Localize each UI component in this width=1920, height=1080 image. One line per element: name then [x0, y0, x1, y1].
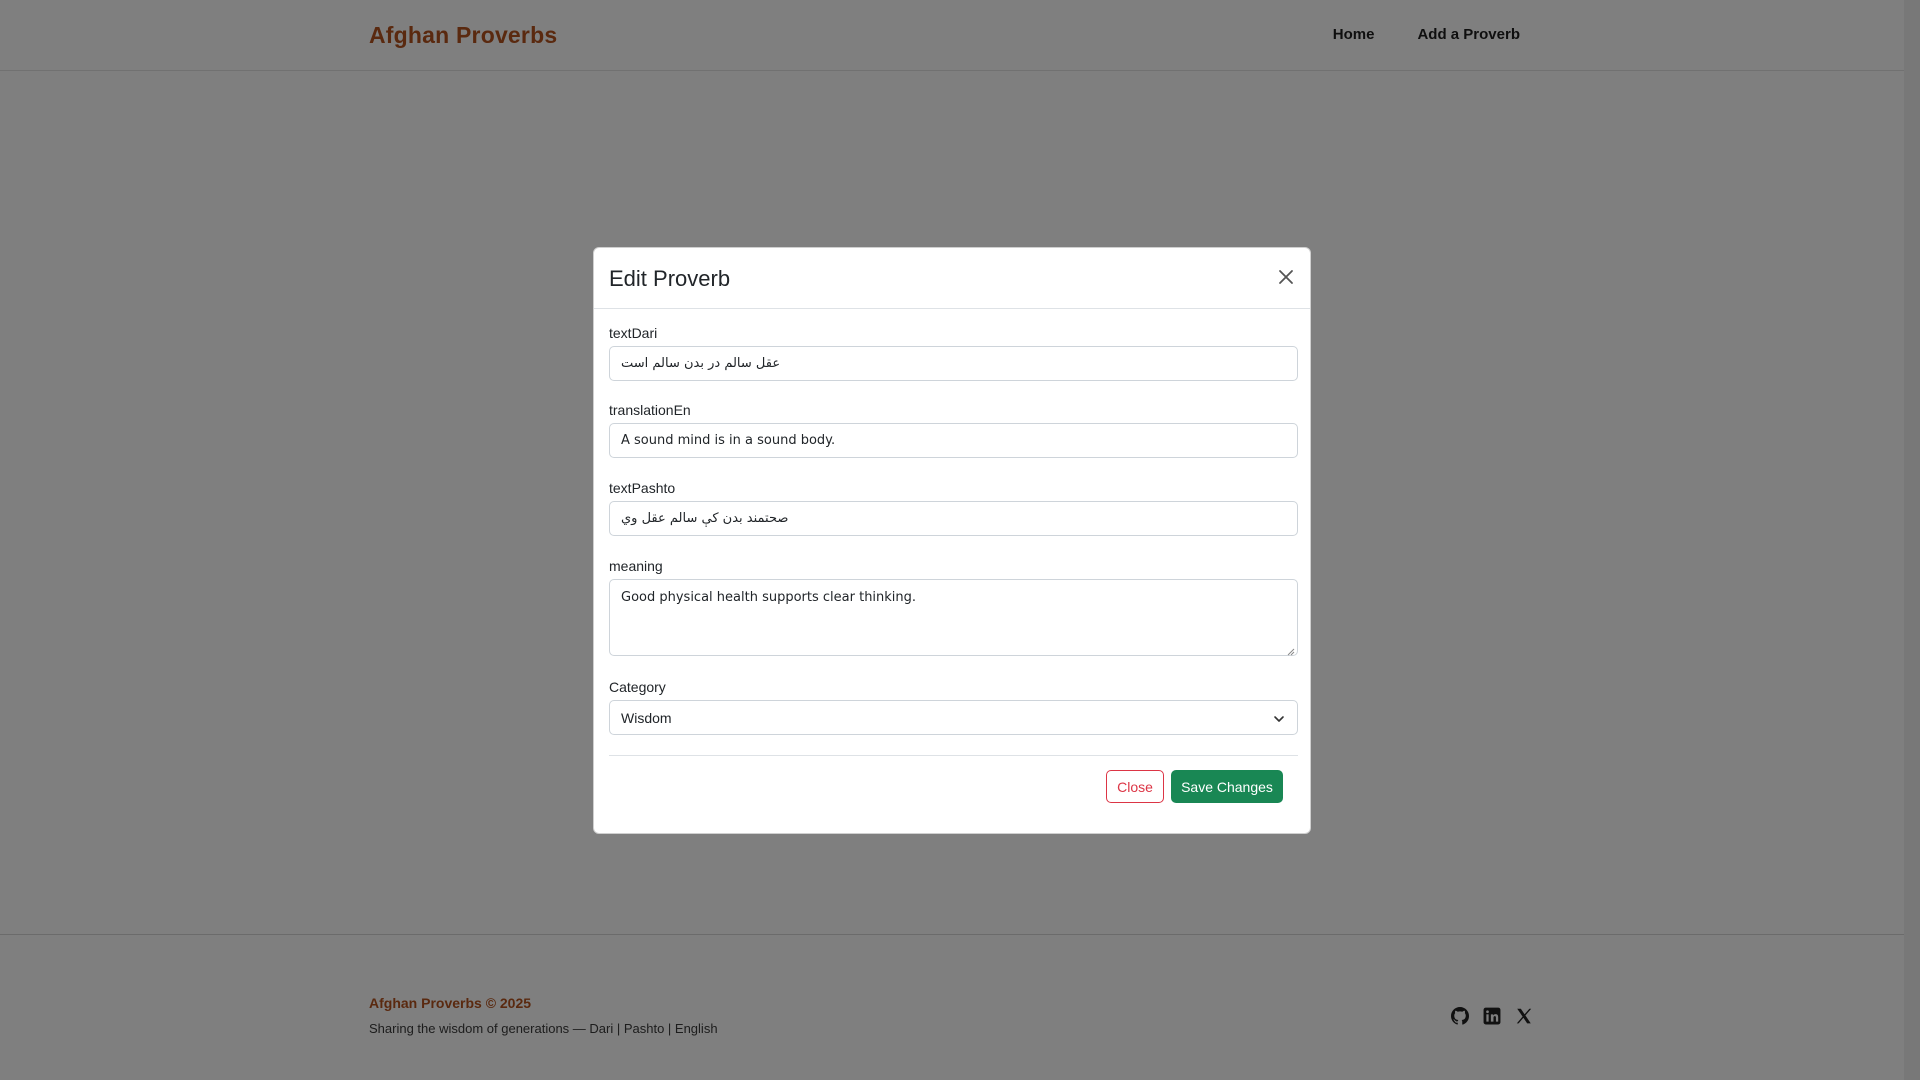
text-pashto-input[interactable]: صحتمند بدن کې سالم عقل وي — [609, 501, 1298, 536]
category-select[interactable]: Wisdom — [609, 700, 1298, 735]
text-dari-label: textDari — [609, 325, 658, 341]
modal-title: Edit Proverb — [609, 266, 731, 291]
modal-header: Edit Proverb — [594, 248, 1310, 309]
meaning-textarea[interactable]: Good physical health supports clear thin… — [609, 579, 1298, 656]
meaning-text: Good physical health supports clear thin… — [621, 590, 917, 605]
close-button[interactable]: Close — [1106, 770, 1164, 803]
chevron-down-icon — [1273, 712, 1285, 724]
save-changes-button[interactable]: Save Changes — [1171, 770, 1283, 803]
resize-grip-icon[interactable] — [1287, 645, 1295, 656]
edit-proverb-modal: Edit Proverb textDari عقل سالم در بدن سا… — [593, 247, 1311, 834]
translation-en-label: translationEn — [609, 402, 691, 418]
category-selected-value: Wisdom — [621, 709, 672, 726]
close-icon[interactable] — [1275, 266, 1297, 288]
meaning-label: meaning — [609, 558, 663, 574]
text-dari-input[interactable]: عقل سالم در بدن سالم است — [609, 346, 1298, 381]
category-label: Category — [609, 679, 666, 695]
modal-footer-divider — [609, 755, 1298, 756]
translation-en-input[interactable]: A sound mind is in a sound body. — [609, 423, 1298, 458]
text-pashto-label: textPashto — [609, 480, 676, 496]
